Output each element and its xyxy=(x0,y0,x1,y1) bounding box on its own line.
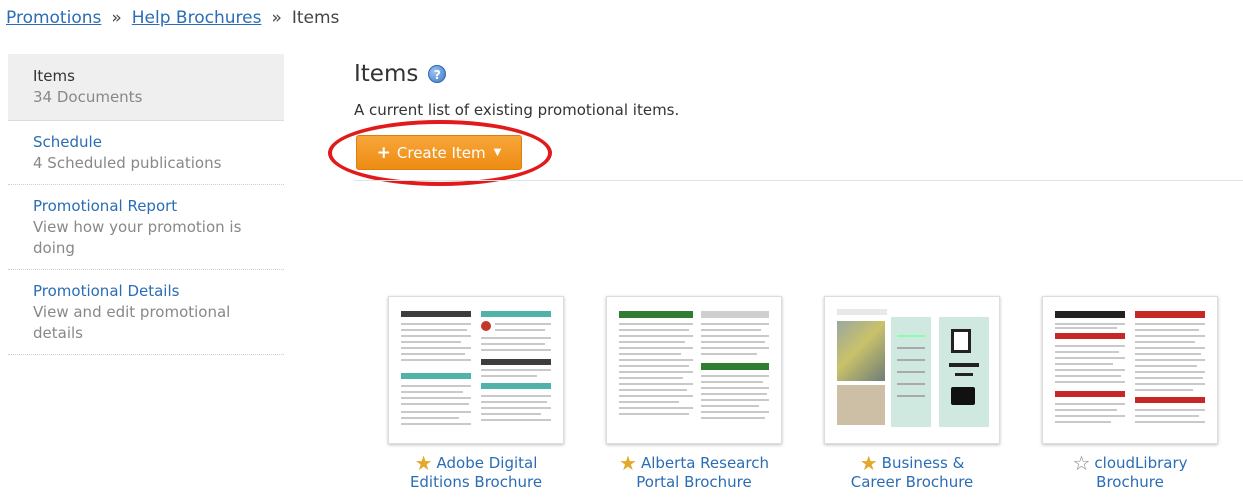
sidebar-item-title: Items xyxy=(33,67,75,85)
breadcrumb: Promotions » Help Brochures » Items xyxy=(6,8,339,28)
page-title: Items ? xyxy=(354,61,447,87)
sidebar-item-items[interactable]: Items 34 Documents xyxy=(8,54,284,121)
sidebar-item-promotional-report[interactable]: Promotional Report View how your promoti… xyxy=(8,185,284,270)
brochure-card[interactable]: ★ Adobe Digital Editions Brochure xyxy=(388,296,564,492)
divider xyxy=(354,180,1243,181)
brochure-thumbnail[interactable] xyxy=(1042,296,1218,444)
sidebar-item-title[interactable]: Schedule xyxy=(33,131,259,153)
breadcrumb-separator: » xyxy=(271,8,282,28)
brochure-title-line1: Alberta Research xyxy=(640,454,769,472)
brochure-title-line1: Adobe Digital xyxy=(436,454,538,472)
thumbnail-page xyxy=(617,307,771,433)
page-description: A current list of existing promotional i… xyxy=(354,101,680,119)
breadcrumb-promotions[interactable]: Promotions xyxy=(6,8,101,28)
thumbnail-page xyxy=(1053,307,1207,433)
star-filled-icon[interactable]: ★ xyxy=(619,451,637,475)
brochure-card[interactable]: ☆ cloudLibrary Brochure xyxy=(1042,296,1218,492)
brochure-thumbnail[interactable] xyxy=(388,296,564,444)
sidebar-item-desc: 4 Scheduled publications xyxy=(33,154,222,172)
brochure-title-line1: cloudLibrary xyxy=(1094,454,1188,472)
sidebar-item-promotional-details[interactable]: Promotional Details View and edit promot… xyxy=(8,270,284,355)
caret-down-icon: ▼ xyxy=(493,147,502,158)
breadcrumb-separator: » xyxy=(111,8,122,28)
brochure-title[interactable]: ★ Alberta Research Portal Brochure xyxy=(606,451,782,492)
thumbnail-page xyxy=(399,307,553,433)
brochure-title-line2: Portal Brochure xyxy=(636,473,752,491)
sidebar-item-desc: View how your promotion is doing xyxy=(33,218,242,257)
brochure-title-line2: Brochure xyxy=(1096,473,1164,491)
sidebar-item-title[interactable]: Promotional Report xyxy=(33,195,259,217)
brochure-title[interactable]: ★ Business & Career Brochure xyxy=(824,451,1000,492)
brochure-card[interactable]: ★ Alberta Research Portal Brochure xyxy=(606,296,782,492)
star-filled-icon[interactable]: ★ xyxy=(860,451,878,475)
brochure-title-line2: Editions Brochure xyxy=(409,473,543,491)
brochure-thumbnail[interactable] xyxy=(606,296,782,444)
create-item-label: Create Item xyxy=(396,143,486,162)
page-title-text: Items xyxy=(354,61,419,87)
sidebar-item-desc: 34 Documents xyxy=(33,88,143,106)
sidebar-item-schedule[interactable]: Schedule 4 Scheduled publications xyxy=(8,121,284,185)
breadcrumb-current: Items xyxy=(291,8,340,28)
create-item-button[interactable]: + Create Item ▼ xyxy=(356,135,522,170)
sidebar-item-title[interactable]: Promotional Details xyxy=(33,280,259,302)
help-icon[interactable]: ? xyxy=(428,65,447,83)
star-filled-icon[interactable]: ★ xyxy=(415,451,433,475)
plus-icon: + xyxy=(376,142,391,163)
brochure-title-line2: Career Brochure xyxy=(850,473,974,491)
brochure-thumbnail[interactable] xyxy=(824,296,1000,444)
breadcrumb-help-brochures[interactable]: Help Brochures xyxy=(132,8,262,28)
brochure-card[interactable]: ★ Business & Career Brochure xyxy=(824,296,1000,492)
sidebar-item-desc: View and edit promotional details xyxy=(33,303,231,342)
thumbnail-page xyxy=(835,307,989,433)
brochure-title[interactable]: ★ Adobe Digital Editions Brochure xyxy=(388,451,564,492)
sidebar: Items 34 Documents Schedule 4 Scheduled … xyxy=(8,54,284,355)
brochure-title[interactable]: ☆ cloudLibrary Brochure xyxy=(1042,451,1218,492)
brochure-title-line1: Business & xyxy=(881,454,965,472)
star-outline-icon[interactable]: ☆ xyxy=(1072,451,1090,475)
